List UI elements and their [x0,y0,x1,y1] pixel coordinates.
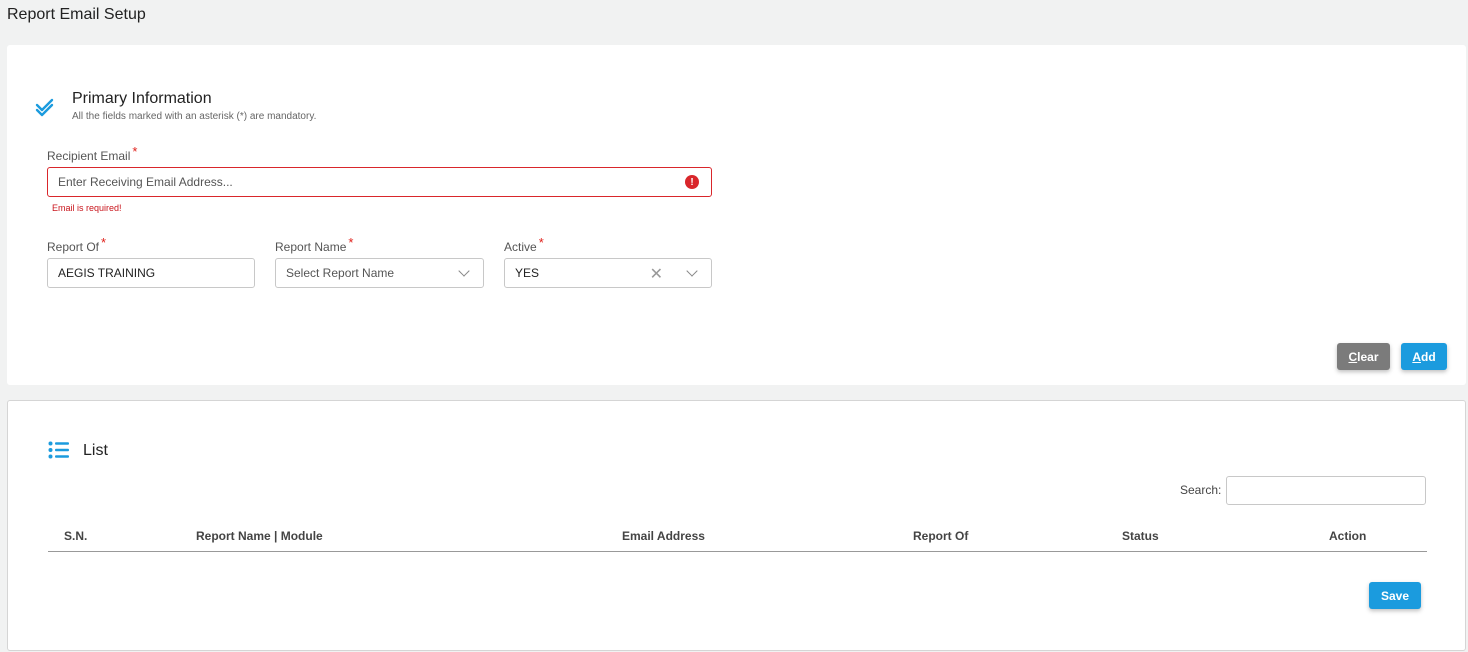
column-header-report-of[interactable]: Report Of [913,529,968,543]
report-name-placeholder: Select Report Name [286,266,395,280]
search-input[interactable] [1226,476,1426,505]
report-name-select[interactable]: Select Report Name [275,258,484,288]
section-subtitle: All the fields marked with an asterisk (… [72,111,317,122]
list-title: List [83,442,108,459]
recipient-email-field[interactable]: Enter Receiving Email Address... ! [47,167,712,197]
clear-selection-icon[interactable]: ✕ [650,264,663,284]
report-name-label: Report Name * [275,235,354,254]
exclamation-circle-icon: ! [685,175,699,189]
list-icon [48,441,69,459]
email-error-message: Email is required! [52,203,122,213]
column-header-email[interactable]: Email Address [622,529,705,543]
report-of-label: Report Of * [47,235,107,254]
list-card: List Search: S.N. Report Name | Module E… [7,400,1466,651]
active-label: Active * [504,235,544,254]
clear-button[interactable]: Clear [1337,343,1390,370]
column-header-sn[interactable]: S.N. [64,529,87,543]
section-title: Primary Information [72,90,212,107]
page-title: Report Email Setup [7,6,146,23]
chevron-down-icon [458,265,470,277]
add-button[interactable]: Add [1401,343,1447,370]
report-of-value: AEGIS TRAINING [58,266,156,280]
primary-information-card: Primary Information All the fields marke… [7,45,1466,385]
active-value: YES [515,266,540,280]
chevron-down-icon [686,265,698,277]
report-of-field[interactable]: AEGIS TRAINING [47,258,255,288]
column-header-report-name[interactable]: Report Name | Module [196,529,323,543]
column-header-action[interactable]: Action [1329,529,1366,543]
search-label: Search: [1180,483,1222,497]
recipient-email-label: Recipient Email * [47,144,138,163]
active-select[interactable]: YES ✕ [504,258,712,288]
recipient-email-placeholder: Enter Receiving Email Address... [58,175,233,189]
double-check-icon [35,98,54,117]
column-header-status[interactable]: Status [1122,529,1159,543]
save-button[interactable]: Save [1369,582,1421,609]
table-header-divider [48,551,1427,552]
